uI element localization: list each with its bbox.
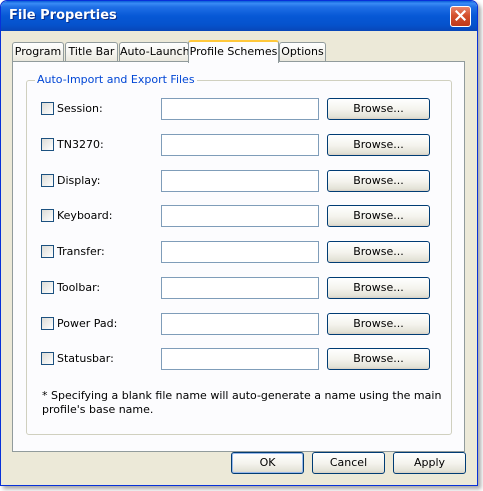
tn3270-browse-button[interactable]: Browse...	[327, 134, 430, 156]
statusbar-file-input[interactable]	[161, 348, 319, 370]
keyboard-checkbox[interactable]	[41, 209, 54, 222]
file-properties-dialog: File Properties Program Title Bar Auto-L…	[0, 0, 478, 486]
power-pad-file-input[interactable]	[161, 313, 319, 335]
tab-auto-launch[interactable]: Auto-Launch	[119, 42, 190, 62]
blank-filename-note: * Specifying a blank file name will auto…	[42, 389, 442, 416]
display-checkbox[interactable]	[41, 174, 54, 187]
profile-schemes-panel: Auto-Import and Export Files Session: Br…	[12, 61, 465, 452]
statusbar-checkbox[interactable]	[41, 352, 54, 365]
tab-title-bar[interactable]: Title Bar	[65, 42, 118, 62]
window-title: File Properties	[9, 8, 117, 23]
close-icon	[454, 9, 467, 24]
power-pad-checkbox[interactable]	[41, 317, 54, 330]
apply-button[interactable]: Apply	[393, 452, 466, 474]
transfer-checkbox[interactable]	[41, 245, 54, 258]
auto-import-export-group: Auto-Import and Export Files Session: Br…	[26, 73, 453, 435]
tab-program[interactable]: Program	[12, 42, 64, 62]
row-keyboard: Keyboard: Browse...	[27, 204, 453, 228]
row-power-pad: Power Pad: Browse...	[27, 312, 453, 336]
title-bar[interactable]: File Properties	[1, 1, 477, 31]
close-button[interactable]	[450, 6, 471, 27]
ok-button[interactable]: OK	[231, 452, 304, 474]
cancel-button[interactable]: Cancel	[312, 452, 385, 474]
toolbar-file-input[interactable]	[161, 277, 319, 299]
tn3270-label: TN3270:	[57, 138, 104, 151]
transfer-browse-button[interactable]: Browse...	[327, 241, 430, 263]
keyboard-label: Keyboard:	[57, 209, 113, 222]
display-browse-button[interactable]: Browse...	[327, 170, 430, 192]
tab-profile-schemes[interactable]: Profile Schemes	[188, 40, 279, 63]
statusbar-browse-button[interactable]: Browse...	[327, 348, 430, 370]
display-label: Display:	[57, 174, 101, 187]
session-file-input[interactable]	[161, 98, 319, 120]
row-tn3270: TN3270: Browse...	[27, 133, 453, 157]
session-browse-button[interactable]: Browse...	[327, 98, 430, 120]
toolbar-checkbox[interactable]	[41, 281, 54, 294]
row-statusbar: Statusbar: Browse...	[27, 347, 453, 371]
transfer-label: Transfer:	[57, 245, 105, 258]
keyboard-file-input[interactable]	[161, 205, 319, 227]
keyboard-browse-button[interactable]: Browse...	[327, 205, 430, 227]
dialog-body: Program Title Bar Auto-Launch Profile Sc…	[4, 31, 474, 482]
row-session: Session: Browse...	[27, 97, 453, 121]
session-label: Session:	[57, 102, 103, 115]
toolbar-browse-button[interactable]: Browse...	[327, 277, 430, 299]
tn3270-file-input[interactable]	[161, 134, 319, 156]
transfer-file-input[interactable]	[161, 241, 319, 263]
session-checkbox[interactable]	[41, 102, 54, 115]
statusbar-label: Statusbar:	[57, 352, 114, 365]
group-title: Auto-Import and Export Files	[35, 73, 197, 86]
tn3270-checkbox[interactable]	[41, 138, 54, 151]
row-transfer: Transfer: Browse...	[27, 240, 453, 264]
toolbar-label: Toolbar:	[57, 281, 101, 294]
power-pad-label: Power Pad:	[57, 317, 118, 330]
tab-options[interactable]: Options	[279, 42, 326, 62]
power-pad-browse-button[interactable]: Browse...	[327, 313, 430, 335]
display-file-input[interactable]	[161, 170, 319, 192]
row-display: Display: Browse...	[27, 169, 453, 193]
row-toolbar: Toolbar: Browse...	[27, 276, 453, 300]
